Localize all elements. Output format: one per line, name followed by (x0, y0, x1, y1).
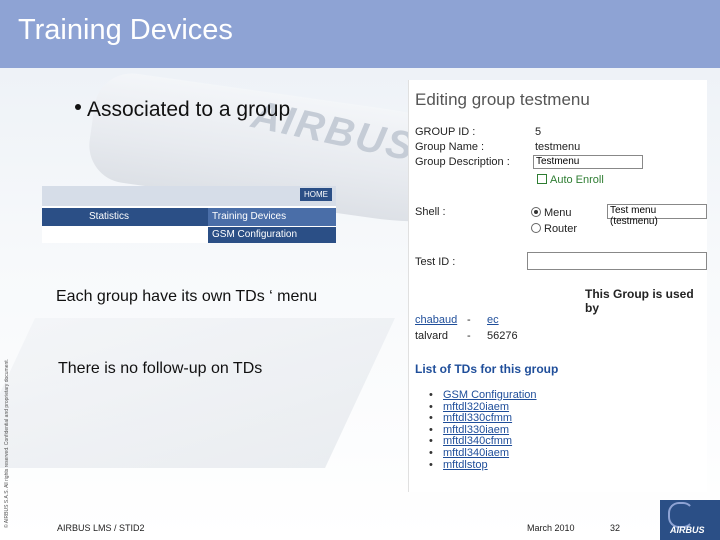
airbus-logo: AIRBUS (660, 500, 720, 540)
user-value: 56276 (487, 330, 518, 342)
edit-group-panel: Editing group testmenu GROUP ID : 5 Grou… (408, 80, 707, 492)
shell-radio-router[interactable]: Router (531, 222, 577, 235)
user-name: talvard (415, 330, 449, 342)
plane-wing-shape (0, 318, 395, 468)
shell-label: Shell : (415, 206, 446, 218)
panel-title: Editing group testmenu (415, 90, 590, 109)
menu-item-training-devices[interactable]: Training Devices (208, 208, 336, 226)
tds-list: GSM Configuration mftdl320iaem mftdl330c… (429, 389, 537, 472)
radio-label: Router (544, 223, 578, 235)
shell-select[interactable]: Test menu (testmenu) (607, 204, 707, 227)
separator: - (467, 330, 471, 342)
group-id-label: GROUP ID : (415, 126, 476, 138)
radio-unselected-icon (531, 223, 541, 233)
used-by-title: This Group is used by (585, 287, 694, 315)
description-no-followup: There is no follow-up on TDs (58, 360, 263, 377)
logo-text: AIRBUS (670, 525, 705, 535)
user-value[interactable]: ec (487, 314, 499, 326)
menu-item-statistics[interactable]: Statistics (89, 211, 129, 222)
list-item: talvard - 56276 (415, 330, 518, 342)
group-name-value: testmenu (535, 141, 581, 153)
auto-enroll-label: Auto Enroll (550, 174, 604, 186)
auto-enroll-checkbox[interactable]: Auto Enroll (537, 173, 604, 186)
radio-selected-icon (531, 207, 541, 217)
bullet-text: Associated to a group (87, 98, 291, 121)
copyright-sidebar: © AIRBUS S.A.S. All rights reserved. Con… (0, 330, 14, 530)
menu-top-strip: HOME (42, 186, 336, 206)
menu-item-label: Training Devices (212, 211, 287, 222)
group-id-value: 5 (535, 126, 542, 138)
home-button[interactable]: HOME (300, 188, 332, 201)
tds-list-title: List of TDs for this group (415, 362, 559, 376)
slide-header: Training Devices (0, 0, 720, 68)
separator: - (467, 314, 471, 326)
footer-date: March 2010 (527, 523, 575, 533)
menu-item-label: GSM Configuration (212, 229, 298, 240)
copyright-text: © AIRBUS S.A.S. All rights reserved. Con… (4, 358, 10, 528)
checkbox-icon (537, 174, 547, 184)
group-description-label: Group Description : (415, 156, 510, 168)
bullet-icon (75, 104, 81, 111)
menu-item-gsm-configuration[interactable]: GSM Configuration (208, 227, 336, 243)
description-own-menu: Each group have its own TDs ‘ menu (56, 288, 318, 305)
user-link[interactable]: chabaud (415, 314, 457, 326)
td-link[interactable]: GSM Configuration (429, 389, 537, 402)
td-link[interactable]: mftdl340iaem (429, 447, 537, 460)
bullet-point: Associated to a group (75, 98, 290, 122)
group-name-label: Group Name : (415, 141, 485, 153)
page-number: 32 (610, 523, 621, 533)
shell-radio-menu[interactable]: Menu (531, 206, 572, 219)
td-link[interactable]: mftdlstop (429, 459, 537, 472)
footer-reference: AIRBUS LMS / STID2 (57, 523, 145, 533)
lms-menu: HOME Statistics Training Devices GSM Con… (42, 186, 336, 243)
test-id-input[interactable] (527, 252, 707, 270)
test-id-label: Test ID : (415, 256, 456, 268)
slide-title: Training Devices (18, 14, 233, 46)
radio-label: Menu (544, 207, 572, 219)
group-description-input[interactable]: Testmenu (533, 155, 643, 169)
list-item: chabaud - ec (415, 314, 499, 326)
